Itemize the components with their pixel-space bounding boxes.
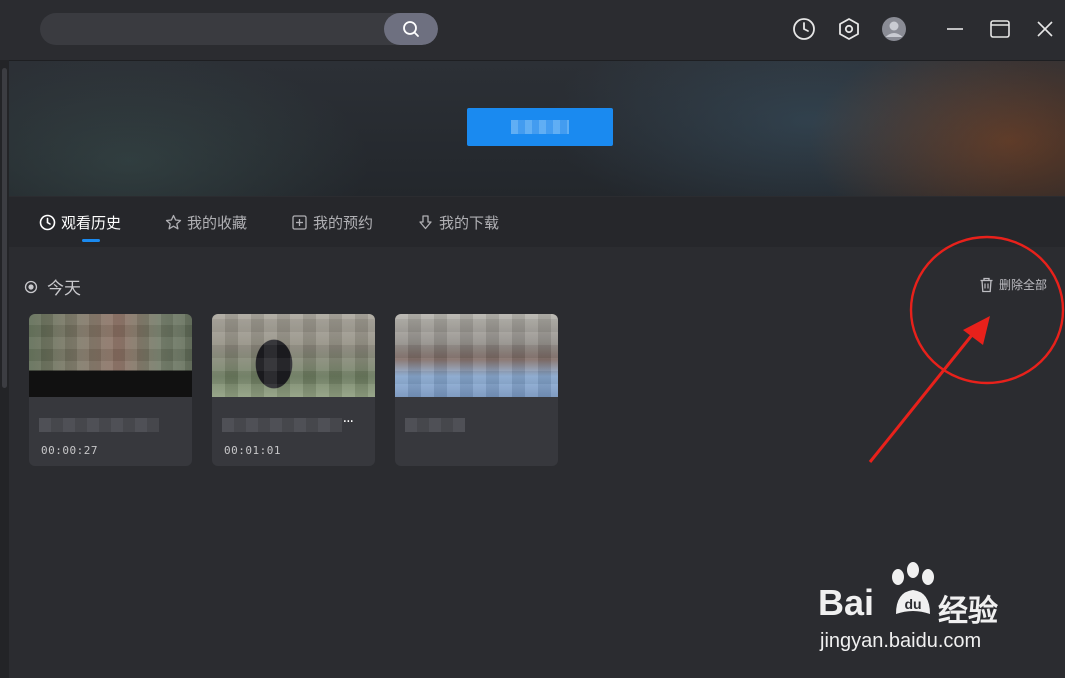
video-thumbnail: [29, 314, 192, 397]
banner-button[interactable]: [467, 108, 613, 146]
mosaic-blur: [511, 120, 569, 134]
tab-label: 观看历史: [61, 213, 122, 232]
tab-watch-history[interactable]: 观看历史: [39, 207, 121, 237]
baidu-watermark: du Bai 经验 jingyan.baidu.com: [818, 562, 1018, 662]
tab-bar: 观看历史 我的收藏 我的预约 我的下载: [9, 197, 1065, 247]
video-thumbnail: [212, 314, 375, 397]
active-tab-indicator: [82, 239, 100, 242]
history-card[interactable]: [395, 314, 558, 466]
watch-duration: 00:00:27: [41, 444, 98, 457]
maximize-icon[interactable]: [987, 16, 1013, 42]
paw-icon: du: [892, 562, 934, 614]
video-title-blurred: [39, 418, 159, 432]
tab-label: 我的下载: [439, 213, 500, 232]
annotation-circle: [909, 235, 1065, 385]
settings-hex-icon[interactable]: [836, 16, 862, 42]
radio-dot-icon: [24, 280, 38, 293]
tab-downloads[interactable]: 我的下载: [417, 207, 499, 237]
delete-all-label: 删除全部: [999, 278, 1048, 292]
history-card[interactable]: 00:00:27: [29, 314, 192, 466]
download-icon: [419, 214, 432, 229]
avatar-icon[interactable]: [881, 16, 907, 42]
watch-duration: 00:01:01: [224, 444, 281, 457]
search-box[interactable]: [40, 13, 438, 45]
history-card[interactable]: ··· 00:01:01: [212, 314, 375, 466]
tab-label: 我的预约: [313, 213, 374, 232]
svg-text:du: du: [904, 596, 921, 612]
trash-icon: [980, 277, 993, 292]
star-icon: [165, 214, 182, 229]
scrollbar[interactable]: [0, 60, 9, 678]
tab-label: 我的收藏: [187, 213, 248, 232]
reserve-icon: [292, 214, 307, 230]
scrollbar-thumb[interactable]: [2, 68, 7, 388]
annotation-arrow-shaft: [868, 329, 978, 463]
tab-reservations[interactable]: 我的预约: [291, 207, 373, 237]
search-button[interactable]: [384, 13, 438, 45]
tab-favorites[interactable]: 我的收藏: [165, 207, 247, 237]
video-title-blurred: [222, 418, 342, 432]
annotation-arrow-head: [963, 316, 990, 345]
video-thumbnail: [395, 314, 558, 397]
search-icon: [403, 21, 419, 37]
banner: [9, 61, 1065, 196]
delete-all-button[interactable]: 删除全部: [979, 276, 1047, 293]
section-header: 今天: [24, 274, 81, 299]
section-title: 今天: [47, 279, 81, 299]
search-input[interactable]: [40, 13, 398, 45]
more-options-icon[interactable]: ···: [343, 414, 354, 430]
watermark-brand-suffix: 经验: [938, 594, 998, 629]
watermark-url: jingyan.baidu.com: [820, 630, 982, 652]
close-icon[interactable]: [1032, 16, 1058, 42]
video-title-blurred: [405, 418, 465, 432]
history-clock-icon[interactable]: [791, 16, 817, 42]
watermark-brand: Bai: [818, 582, 875, 623]
minimize-icon[interactable]: [942, 16, 968, 42]
clock-icon: [39, 214, 56, 230]
top-bar: [0, 0, 1065, 61]
